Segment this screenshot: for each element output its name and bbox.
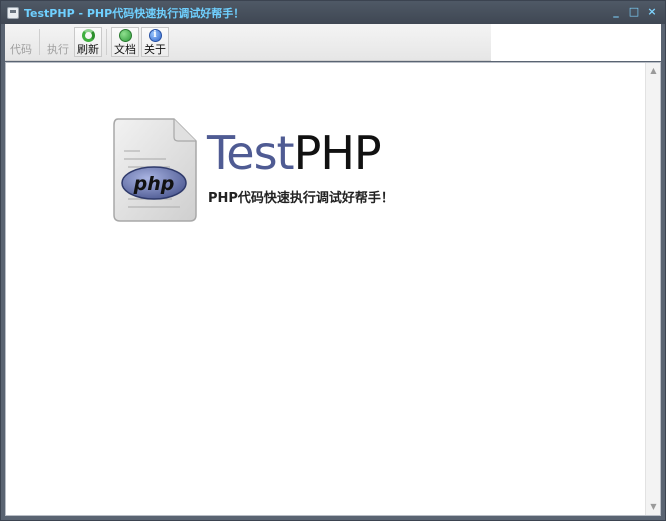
- code-button-label: 代码: [10, 43, 32, 56]
- run-button[interactable]: 执行: [44, 27, 72, 57]
- php-file-logo: php: [113, 118, 197, 222]
- about-button[interactable]: i 关于: [141, 27, 169, 57]
- minimize-button[interactable]: _: [609, 5, 623, 19]
- refresh-icon: [81, 29, 95, 42]
- toolbar: 代码 执行 刷新 文档 i 关于: [5, 24, 491, 61]
- maximize-button[interactable]: □: [627, 5, 641, 19]
- about-button-label: 关于: [144, 43, 166, 56]
- php-logo-text: php: [133, 173, 175, 195]
- content-pane: php TestPHP PHP代码快速执行调试好帮手！ ▲ ▼: [5, 62, 661, 516]
- vertical-scrollbar[interactable]: ▲ ▼: [645, 63, 660, 515]
- window-title: TestPHP - PHP代码快速执行调试好帮手！: [24, 6, 245, 20]
- run-button-label: 执行: [47, 43, 69, 56]
- tagline: PHP代码快速执行调试好帮手！: [208, 191, 394, 206]
- about-icon: i: [148, 29, 162, 42]
- app-window: TestPHP - PHP代码快速执行调试好帮手！ _ □ × 代码 执行 刷新: [0, 0, 666, 521]
- brand-title: TestPHP: [207, 126, 382, 180]
- window-bottom-border: [1, 517, 665, 520]
- docs-button[interactable]: 文档: [111, 27, 139, 57]
- window-controls: _ □ ×: [609, 5, 659, 19]
- brand-title-test: Test: [207, 126, 295, 180]
- code-button[interactable]: 代码: [7, 27, 35, 57]
- app-icon[interactable]: [7, 6, 19, 19]
- docs-icon: [118, 29, 132, 42]
- toolbar-separator: [106, 29, 107, 55]
- scroll-up-icon[interactable]: ▲: [648, 65, 659, 77]
- title-bar[interactable]: TestPHP - PHP代码快速执行调试好帮手！ _ □ ×: [1, 1, 665, 24]
- toolbar-separator: [39, 29, 40, 55]
- toolbar-area: 代码 执行 刷新 文档 i 关于: [5, 24, 661, 61]
- brand-title-php: PHP: [293, 126, 382, 180]
- refresh-button-label: 刷新: [77, 43, 99, 56]
- scroll-down-icon[interactable]: ▼: [648, 501, 659, 513]
- refresh-button[interactable]: 刷新: [74, 27, 102, 57]
- close-button[interactable]: ×: [645, 5, 659, 19]
- run-icon: [51, 28, 65, 42]
- docs-button-label: 文档: [114, 43, 136, 56]
- code-icon: [14, 28, 28, 42]
